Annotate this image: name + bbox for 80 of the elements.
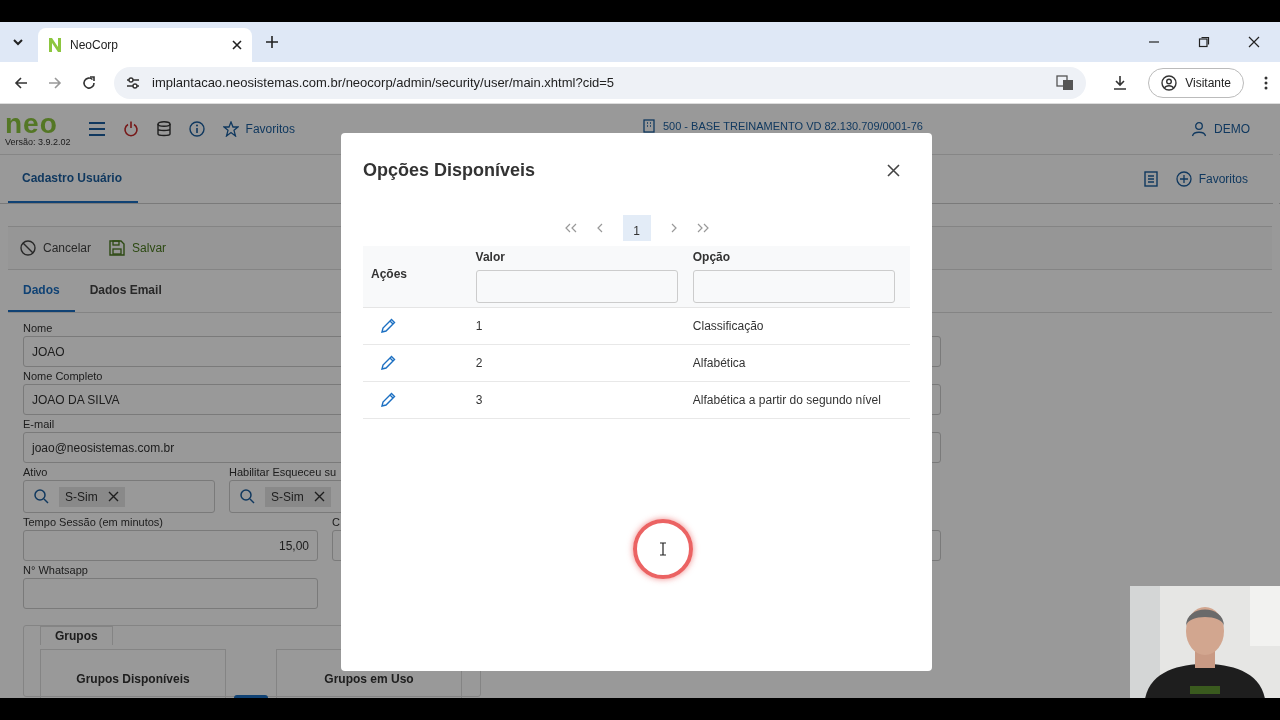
save-button[interactable]: Salvar: [109, 240, 167, 256]
field-label: Ativo: [23, 465, 48, 480]
lookup-field[interactable]: S-Sim: [23, 480, 215, 513]
version-label: Versão: 3.9.2.02: [5, 137, 71, 147]
info-icon[interactable]: [188, 121, 205, 137]
table-cell-text: Alfabética: [692, 356, 747, 370]
field-label: Habilitar Esqueceu su: [229, 465, 336, 480]
pencil-icon[interactable]: [380, 318, 396, 334]
power-icon[interactable]: [122, 121, 139, 137]
menu-icon[interactable]: [1264, 75, 1268, 90]
column-header: Valor: [475, 250, 506, 266]
site-favicon: [48, 37, 62, 53]
value-chip: S-Sim: [59, 486, 125, 507]
field-label: Tempo Sessão (em minutos): [23, 515, 163, 530]
field-label: C: [332, 515, 340, 530]
dialog-title: Opções Disponíveis: [363, 159, 536, 181]
back-icon[interactable]: [14, 75, 28, 90]
close-icon[interactable]: [887, 163, 900, 177]
pencil-icon[interactable]: [380, 355, 396, 371]
favorites-button[interactable]: Favoritos: [222, 121, 295, 137]
site-settings-icon[interactable]: [126, 75, 140, 90]
profile-button[interactable]: Visitante: [1148, 67, 1244, 98]
new-tab-icon[interactable]: [266, 36, 278, 48]
user-button[interactable]: DEMO: [1191, 121, 1250, 137]
browser-tab[interactable]: NeoCorp: [38, 28, 252, 62]
table-cell-text: Classificação: [692, 319, 765, 333]
plus-circle-icon: [1175, 171, 1192, 187]
table-cell-text: 3: [475, 393, 484, 407]
page-tab[interactable]: Cadastro Usuário: [8, 155, 138, 203]
column-header: Ações: [371, 266, 408, 283]
tab[interactable]: Dados Email: [74, 270, 177, 312]
book-icon[interactable]: [1143, 171, 1158, 187]
user-icon: [1191, 121, 1207, 137]
table-cell-text: Alfabética a partir do segundo nível: [692, 393, 882, 407]
cancel-icon: [20, 240, 36, 256]
pencil-icon[interactable]: [380, 392, 396, 408]
field-label: Nome Completo: [23, 369, 103, 384]
fieldset-legend: Grupos: [40, 626, 113, 645]
remove-icon[interactable]: [107, 491, 119, 502]
first-page-icon[interactable]: [564, 223, 577, 233]
company-label: 500 - BASE TREINAMENTO VD 82.130.709/0001-76: [662, 120, 923, 132]
tab[interactable]: Dados: [8, 270, 75, 312]
reload-icon[interactable]: [82, 75, 96, 90]
text-cursor-icon: [659, 542, 667, 556]
filter-field[interactable]: [475, 270, 678, 303]
value-chip: S-Sim: [265, 486, 331, 507]
previous-page-icon[interactable]: [596, 223, 603, 233]
close-window-icon[interactable]: [1248, 36, 1260, 48]
download-icon[interactable]: [1112, 74, 1129, 91]
restore-icon[interactable]: [1198, 36, 1210, 48]
forward-icon[interactable]: [48, 75, 62, 90]
add-favorite-button[interactable]: Favoritos: [1175, 171, 1248, 187]
search-icon[interactable]: [34, 489, 49, 504]
column-header: Opção: [692, 250, 732, 266]
database-icon[interactable]: [156, 121, 171, 137]
star-icon: [222, 121, 239, 137]
input-field[interactable]: 15,00: [23, 530, 318, 561]
address-field[interactable]: implantacao.neosistemas.com.br/neocorp/admin/security/user/main.xhtml?cid=5: [114, 66, 1087, 99]
translate-icon[interactable]: [1056, 74, 1075, 91]
cancel-button[interactable]: Cancelar: [20, 240, 92, 256]
save-icon: [109, 240, 126, 256]
profile-icon: [1161, 74, 1178, 91]
panel-title: Grupos Disponíveis: [76, 672, 190, 688]
next-page-icon[interactable]: [670, 223, 677, 233]
remove-icon[interactable]: [313, 491, 325, 502]
building-icon: [642, 119, 655, 133]
input-field[interactable]: [23, 578, 318, 609]
field-label: Nome: [23, 321, 53, 336]
field-label: E-mail: [23, 417, 55, 432]
field-label: N° Whatsapp: [23, 563, 88, 578]
page-button[interactable]: 1: [622, 215, 651, 241]
logo: neo: [5, 111, 59, 137]
last-page-icon[interactable]: [696, 223, 709, 233]
tab-list-icon[interactable]: [12, 36, 24, 48]
close-icon[interactable]: [232, 40, 242, 50]
panel-title: Grupos em Uso: [324, 672, 414, 688]
table-cell-text: 2: [475, 356, 484, 370]
filter-field[interactable]: [692, 270, 895, 303]
table-cell-text: 1: [475, 319, 484, 333]
search-icon[interactable]: [240, 489, 255, 504]
